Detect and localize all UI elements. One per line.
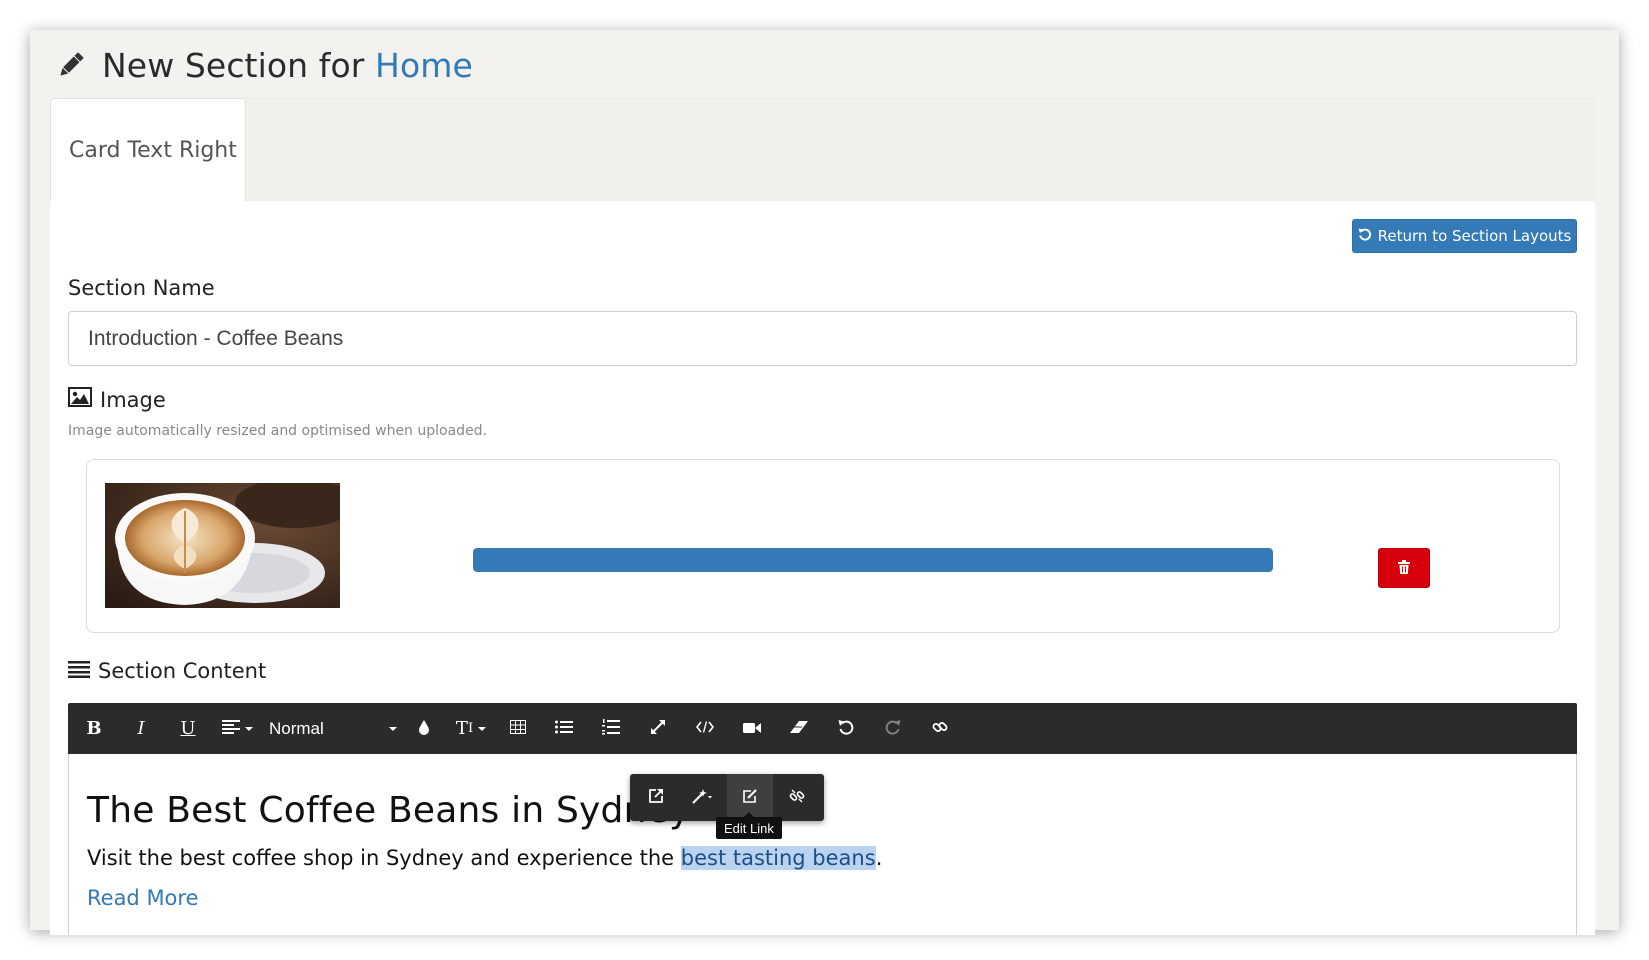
upload-progress-bar: [473, 548, 1273, 572]
editor-heading: The Best Coffee Beans in Sydney: [87, 790, 691, 831]
section-name-input[interactable]: Introduction - Coffee Beans: [68, 311, 1577, 366]
redo-button[interactable]: [882, 703, 904, 754]
pencil-icon: [54, 48, 88, 82]
section-name-label: Section Name: [68, 276, 215, 300]
upload-progress-fill: [473, 548, 1273, 572]
link-icon: [932, 719, 948, 739]
style-select[interactable]: Normal: [269, 703, 397, 754]
editor-toolbar: B I U Normal TI: [68, 703, 1577, 754]
color-button[interactable]: [414, 703, 434, 754]
style-select-value: Normal: [269, 718, 324, 738]
undo-icon: [838, 719, 854, 739]
image-help-text: Image automatically resized and optimise…: [68, 423, 488, 439]
undo-button[interactable]: [835, 703, 857, 754]
app-frame: New Section for Home Card Text Right Ret…: [30, 30, 1619, 935]
image-thumbnail: [105, 483, 340, 608]
return-to-layouts-label: Return to Section Layouts: [1377, 227, 1572, 245]
page-title-accent: Home: [375, 45, 473, 85]
bold-icon: B: [86, 718, 102, 739]
image-upload-box[interactable]: [86, 459, 1560, 633]
return-to-layouts-button[interactable]: Return to Section Layouts: [1352, 219, 1577, 253]
numbered-list-icon: [602, 718, 620, 739]
font-size-icon-small: I: [467, 721, 474, 736]
fullscreen-button[interactable]: [648, 703, 668, 754]
link-button[interactable]: [929, 703, 951, 754]
code-view-button[interactable]: [694, 703, 716, 754]
underline-icon: U: [180, 718, 196, 739]
align-dropdown[interactable]: [220, 703, 254, 754]
fullscreen-icon: [650, 719, 666, 739]
list-lines-icon: [68, 659, 90, 683]
section-content-label-text: Section Content: [98, 659, 267, 683]
delete-image-button[interactable]: [1378, 548, 1430, 588]
edit-link-icon: [742, 788, 758, 808]
page-header: New Section for Home: [54, 38, 473, 92]
read-more-link[interactable]: Read More: [87, 886, 199, 910]
align-icon: [221, 719, 240, 738]
video-icon: [743, 719, 761, 738]
image-icon: [68, 387, 92, 412]
image-label: Image: [68, 387, 166, 412]
bullet-list-icon: [555, 719, 573, 738]
editor-paragraph: Visit the best coffee shop in Sydney and…: [87, 846, 882, 870]
underline-button[interactable]: U: [178, 703, 198, 754]
bold-button[interactable]: B: [84, 703, 104, 754]
caret-down-icon: [478, 726, 487, 731]
link-style-icon: [692, 788, 714, 808]
link-style-button[interactable]: [680, 774, 726, 821]
redo-icon: [885, 719, 901, 739]
undo-arrow-icon: [1358, 227, 1372, 245]
eraser-icon: [790, 719, 808, 738]
code-view-icon: [695, 720, 715, 737]
image-label-text: Image: [100, 387, 166, 412]
unlink-button[interactable]: [774, 774, 820, 821]
trash-icon: [1398, 559, 1410, 578]
color-drop-icon: [418, 719, 430, 739]
caret-down-icon: [389, 726, 397, 731]
editor-paragraph-text: Visit the best coffee shop in Sydney and…: [87, 846, 681, 870]
selected-link[interactable]: best tasting beans: [680, 846, 876, 870]
section-content-label: Section Content: [68, 659, 266, 683]
editor-paragraph-end: .: [875, 846, 883, 870]
font-size-icon: T: [455, 718, 468, 739]
italic-icon: I: [137, 718, 145, 739]
numbered-list-button[interactable]: [601, 703, 621, 754]
italic-button[interactable]: I: [131, 703, 151, 754]
font-size-dropdown[interactable]: TI: [454, 703, 488, 754]
clear-format-button[interactable]: [788, 703, 810, 754]
tab-panel: Return to Section Layouts Section Name I…: [50, 201, 1595, 935]
tab-card-text-right[interactable]: Card Text Right: [50, 98, 246, 202]
open-link-button[interactable]: [633, 774, 679, 821]
table-icon: [510, 719, 526, 738]
unlink-icon: [789, 788, 805, 808]
rich-text-editor[interactable]: The Best Coffee Beans in Sydney Visit th…: [68, 754, 1577, 935]
tab-bar-fill: [246, 98, 1595, 202]
page-title: New Section for Home: [102, 46, 473, 85]
caret-down-icon: [244, 726, 253, 731]
page-title-prefix: New Section for: [102, 45, 365, 85]
tab-bar: Card Text Right: [50, 98, 1595, 202]
open-link-icon: [648, 788, 664, 808]
bullet-list-button[interactable]: [554, 703, 574, 754]
link-popover: [630, 774, 824, 821]
edit-link-tooltip: Edit Link: [716, 812, 782, 839]
table-button[interactable]: [508, 703, 528, 754]
video-button[interactable]: [741, 703, 763, 754]
section-name-value: Introduction - Coffee Beans: [88, 326, 344, 350]
